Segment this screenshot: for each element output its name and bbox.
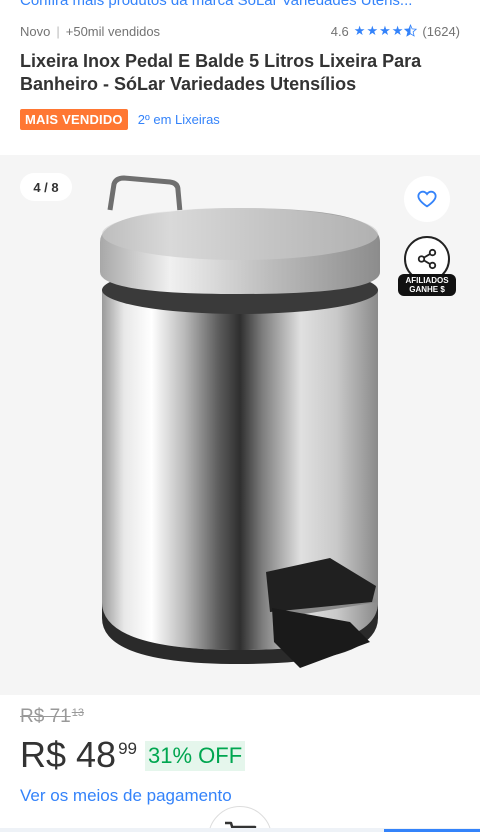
gallery-counter: 4 / 8 — [20, 173, 72, 201]
rating-stars: ★ ★ ★ ★ — [354, 24, 418, 39]
current-price-main: R$ 48 — [20, 734, 117, 775]
current-price-cents: 99 — [118, 739, 137, 758]
star-half-icon — [404, 23, 418, 39]
original-price-cents: 13 — [71, 707, 84, 719]
original-price-main: R$ 71 — [20, 706, 71, 727]
category-rank-link[interactable]: 2º em Lixeiras — [138, 112, 220, 127]
star-icon: ★ — [366, 22, 379, 38]
product-title: Lixeira Inox Pedal E Balde 5 Litros Lixe… — [20, 51, 422, 94]
affiliate-label: AFILIADOS GANHE $ — [398, 274, 456, 296]
star-icon: ★ — [391, 22, 404, 38]
star-icon: ★ — [379, 22, 391, 38]
affiliate-line1: AFILIADOS — [405, 276, 449, 285]
condition-sold-info: Novo | +50mil vendidos — [20, 24, 160, 39]
meta-separator: | — [56, 23, 60, 39]
star-icon: ★ — [353, 22, 366, 38]
affiliate-line2: GANHE $ — [409, 285, 445, 294]
product-image[interactable] — [90, 172, 390, 672]
seller-products-link[interactable]: Confira mais produtos da marca SóLar Var… — [20, 0, 480, 9]
affiliate-share[interactable]: AFILIADOS GANHE $ — [398, 236, 458, 298]
review-count: (1624) — [422, 23, 460, 39]
payment-methods-link[interactable]: Ver os meios de pagamento — [20, 786, 232, 806]
original-price: R$ 71 13 — [20, 706, 84, 728]
current-price: R$ 48 99 — [20, 735, 137, 775]
badges-row: MAIS VENDIDO 2º em Lixeiras — [20, 109, 220, 130]
rating-value: 4.6 — [330, 23, 349, 39]
heart-icon — [417, 190, 437, 208]
best-seller-badge: MAIS VENDIDO — [20, 109, 128, 130]
discount-badge: 31% OFF — [145, 741, 246, 771]
rating-summary[interactable]: 4.6 ★ ★ ★ ★ (1624) — [331, 24, 460, 39]
share-icon — [417, 248, 437, 270]
product-meta-row: Novo | +50mil vendidos 4.6 ★ ★ ★ ★ (1624… — [20, 22, 460, 40]
price-row: R$ 48 99 31% OFF — [20, 735, 246, 775]
favorite-button[interactable] — [404, 176, 450, 222]
sold-count: +50mil vendidos — [65, 23, 161, 39]
condition-label: Novo — [20, 23, 51, 39]
